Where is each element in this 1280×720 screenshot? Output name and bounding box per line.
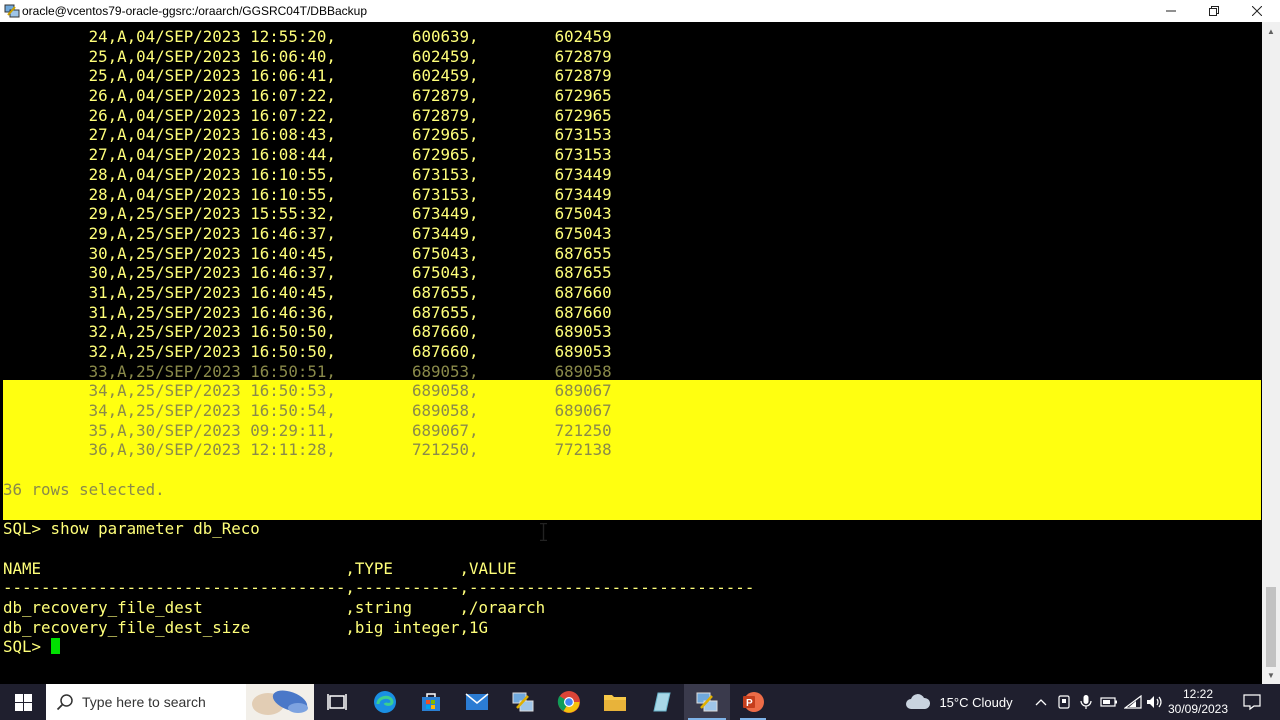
table-row: 27,A,04/SEP/2023 16:08:43, 672965, 67315… [3, 125, 612, 145]
wifi-button[interactable] [1122, 684, 1144, 720]
table-row: 30,A,25/SEP/2023 16:40:45, 675043, 68765… [3, 243, 612, 263]
edge-app-button[interactable] [362, 684, 408, 720]
table-row: 30,A,25/SEP/2023 16:46:37, 675043, 68765… [3, 263, 612, 283]
mail-app-button[interactable] [454, 684, 500, 720]
close-icon [1252, 6, 1262, 16]
window-title: oracle@vcentos79-oracle-ggsrc:/oraarch/G… [22, 4, 367, 18]
restore-icon [1209, 6, 1219, 16]
selected-row: 36,A,30/SEP/2023 12:11:28, 721250, 77213… [3, 440, 612, 460]
sql-prompt-line[interactable]: SQL> [3, 637, 754, 657]
start-button[interactable] [0, 684, 46, 720]
chrome-icon [557, 691, 580, 713]
chevron-up-icon [1035, 699, 1047, 706]
network-status-icon-button[interactable] [1054, 684, 1074, 720]
device-icon [1058, 695, 1070, 709]
param-header: NAME ,TYPE ,VALUE [3, 558, 517, 578]
param-row: db_recovery_file_dest_size ,big integer,… [3, 617, 489, 637]
putty-icon [4, 4, 20, 18]
microphone-button[interactable] [1076, 684, 1096, 720]
table-row: 31,A,25/SEP/2023 16:46:36, 687655, 68766… [3, 302, 612, 322]
sql-command: SQL> show parameter db_Reco [3, 519, 260, 539]
search-placeholder: Type here to search [82, 694, 206, 710]
selected-row: 34,A,25/SEP/2023 16:50:53, 689058, 68906… [3, 381, 612, 401]
svg-text:P: P [746, 698, 753, 709]
selected-row: 35,A,30/SEP/2023 09:29:11, 689067, 72125… [3, 420, 612, 440]
scrollbar-thumb[interactable] [1266, 587, 1276, 667]
putty-active-app-button[interactable] [684, 684, 730, 720]
table-row: 31,A,25/SEP/2023 16:40:45, 687655, 68766… [3, 282, 612, 302]
store-app-button[interactable] [408, 684, 454, 720]
notification-icon [1243, 694, 1261, 711]
scroll-down-arrow-icon[interactable]: ▼ [1262, 666, 1280, 684]
notepad-app-button[interactable] [638, 684, 684, 720]
weather-text: 15°C Cloudy [939, 694, 1013, 710]
sql-prompt: SQL> [3, 637, 51, 657]
scroll-up-arrow-icon[interactable]: ▲ [1262, 22, 1280, 40]
table-row: 25,A,04/SEP/2023 16:06:40, 602459, 67287… [3, 46, 612, 66]
weather-widget[interactable]: 15°C Cloudy [900, 684, 1018, 720]
table-row: 32,A,25/SEP/2023 16:50:50, 687660, 68905… [3, 342, 612, 361]
putty-active-icon [696, 692, 718, 712]
task-view-icon [327, 694, 347, 710]
param-separator: ------------------------------------,---… [3, 578, 755, 598]
cloud-icon [906, 694, 931, 709]
store-icon [422, 693, 440, 711]
table-row: 24,A,04/SEP/2023 12:55:20, 600639, 60245… [3, 27, 612, 46]
vertical-scrollbar[interactable]: ▲ ▼ [1262, 22, 1280, 684]
notifications-button[interactable] [1232, 684, 1272, 720]
speaker-icon [1147, 696, 1162, 708]
title-bar: oracle@vcentos79-oracle-ggsrc:/oraarch/G… [0, 0, 1280, 22]
ibeam-cursor-icon [540, 523, 547, 541]
table-row: 32,A,25/SEP/2023 16:50:50, 687660, 68905… [3, 322, 612, 342]
taskbar-search-box[interactable]: Type here to search [46, 684, 314, 720]
table-row: 29,A,25/SEP/2023 16:46:37, 673449, 67504… [3, 223, 612, 243]
volume-button[interactable] [1144, 684, 1166, 720]
powerpoint-app-button[interactable]: P [730, 684, 776, 720]
terminal-window[interactable]: 24,A,04/SEP/2023 12:55:20, 600639, 60245… [0, 22, 1262, 684]
file-explorer-app-button[interactable] [592, 684, 638, 720]
clock[interactable]: 12:22 30/09/2023 [1168, 684, 1228, 720]
table-row: 26,A,04/SEP/2023 16:07:22, 672879, 67296… [3, 86, 612, 106]
table-row: 25,A,04/SEP/2023 16:06:41, 602459, 67287… [3, 66, 612, 86]
minimize-icon [1166, 10, 1176, 12]
putty-icon [512, 692, 534, 712]
battery-button[interactable] [1098, 684, 1120, 720]
search-highlight-illustration-icon [246, 684, 314, 720]
chrome-app-button[interactable] [546, 684, 592, 720]
terminal-output: 24,A,04/SEP/2023 12:55:20, 600639, 60245… [3, 27, 754, 657]
microphone-icon [1080, 695, 1092, 709]
search-icon [56, 694, 73, 711]
param-row: db_recovery_file_dest ,string ,/oraarch [3, 597, 546, 617]
archive-log-rows: 24,A,04/SEP/2023 12:55:20, 600639, 60245… [3, 27, 754, 362]
show-hidden-icons-button[interactable] [1032, 684, 1050, 720]
rows-selected-message: 36 rows selected. [3, 479, 165, 499]
task-view-button[interactable] [314, 684, 360, 720]
notepad-icon [653, 692, 671, 712]
minimize-button[interactable] [1148, 0, 1194, 22]
table-row: 26,A,04/SEP/2023 16:07:22, 672879, 67296… [3, 105, 612, 125]
table-row: 28,A,04/SEP/2023 16:10:55, 673153, 67344… [3, 164, 612, 184]
selected-row: 33,A,25/SEP/2023 16:50:51, 689053, 68905… [3, 361, 612, 381]
table-row: 28,A,04/SEP/2023 16:10:55, 673153, 67344… [3, 184, 612, 204]
close-button[interactable] [1234, 0, 1280, 22]
table-row: 27,A,04/SEP/2023 16:08:44, 672965, 67315… [3, 145, 612, 165]
table-row: 29,A,25/SEP/2023 15:55:32, 673449, 67504… [3, 204, 612, 224]
mail-icon [465, 693, 489, 710]
wifi-icon [1124, 695, 1142, 709]
edge-icon [374, 691, 396, 713]
windows-logo-icon [14, 693, 32, 711]
file-explorer-icon [604, 695, 626, 711]
clock-date: 30/09/2023 [1167, 702, 1229, 716]
clock-time: 12:22 [1182, 687, 1214, 701]
battery-icon [1100, 697, 1117, 707]
putty-app-button[interactable] [500, 684, 546, 720]
text-cursor [50, 638, 60, 655]
restore-button[interactable] [1191, 0, 1237, 22]
powerpoint-icon: P [743, 692, 764, 712]
selected-row: 34,A,25/SEP/2023 16:50:54, 689058, 68906… [3, 401, 612, 421]
